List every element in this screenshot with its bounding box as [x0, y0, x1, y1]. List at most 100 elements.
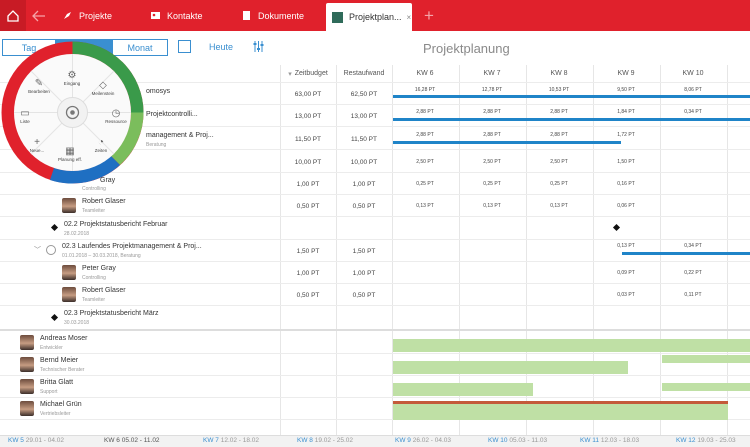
radial-item-zeiten[interactable]: ◔ Zeiten	[86, 137, 116, 153]
effort-cell: 62,50 PT	[350, 91, 378, 98]
week-label[interactable]: KW 9 26.02 - 04.03	[395, 437, 451, 444]
week-cell: 0,25 PT	[416, 181, 434, 187]
person-name[interactable]: Robert Glaser	[82, 198, 126, 205]
capacity-bar[interactable]	[393, 339, 750, 352]
radial-item-meilenstein[interactable]: ◇ Meilenstein	[88, 80, 118, 96]
effort-cell: 13,00 PT	[350, 113, 378, 120]
document-icon	[241, 10, 252, 21]
resource-name[interactable]: Michael Grün	[40, 401, 82, 408]
gear-icon: ⚙	[67, 70, 77, 81]
effort-cell: 1,00 PT	[352, 270, 376, 277]
collapse-chevron-icon[interactable]: ﹀	[34, 245, 41, 255]
week-cell: 16,28 PT	[414, 87, 436, 93]
week-cell: 0,11 PT	[684, 292, 702, 298]
week-label[interactable]: KW 12 19.03 - 25.03	[676, 437, 736, 444]
tab-projekte[interactable]: Projekte	[62, 0, 112, 31]
capacity-bar[interactable]	[393, 383, 533, 396]
calendar-icon[interactable]	[178, 40, 191, 53]
week-cell: 0,06 PT	[617, 203, 635, 209]
week-cell: 2,50 PT	[550, 159, 568, 165]
week-cell: 0,13 PT	[617, 243, 635, 249]
avatar	[62, 287, 76, 302]
task-name[interactable]: Projektcontrolli...	[146, 111, 198, 118]
column-header-week: KW 6	[416, 70, 434, 77]
radial-item-bearbeiten[interactable]: ✎ Bearbeiten	[24, 78, 54, 94]
resource-role: Support	[40, 389, 58, 395]
resource-name[interactable]: Bernd Meier	[40, 357, 78, 364]
milestone-name[interactable]: 02.3 Projektstatusbericht März	[64, 310, 159, 317]
milestone-icon	[50, 223, 59, 232]
add-tab-icon[interactable]: +	[420, 0, 438, 31]
tab-kontakte[interactable]: Kontakte	[150, 0, 203, 31]
week-label[interactable]: KW 11 12.03 - 18.03	[580, 437, 639, 444]
effort-cell: 1,00 PT	[352, 181, 376, 188]
avatar	[20, 335, 34, 350]
folder-icon: ▭	[20, 108, 30, 119]
radial-menu[interactable]: ⚙ Eingang ◇ Meilenstein ◷ Ressource ◔ Zeiten…	[0, 40, 145, 185]
capacity-bar[interactable]	[393, 361, 628, 374]
gantt-bar[interactable]	[393, 118, 750, 121]
capacity-bar[interactable]	[662, 383, 750, 391]
week-label[interactable]: KW 7 12.02 - 18.02	[203, 437, 259, 444]
person-name[interactable]: Peter Gray	[82, 265, 116, 272]
column-header-effort[interactable]: Restaufwand	[339, 65, 389, 82]
tab-label: Projektplan...	[349, 12, 402, 22]
week-cell: 0,22 PT	[684, 270, 702, 276]
today-button[interactable]: Heute	[209, 42, 233, 52]
task-status-icon	[46, 245, 56, 255]
week-label[interactable]: KW 5 29.01 - 04.02	[8, 437, 64, 444]
filter-settings-icon[interactable]	[252, 40, 265, 55]
close-tab-icon[interactable]: ×	[407, 13, 412, 22]
week-cell: 0,25 PT	[550, 181, 568, 187]
back-arrow-icon[interactable]	[30, 0, 48, 31]
resource-name[interactable]: Andreas Moser	[40, 335, 87, 342]
resource-role: Entwickler	[40, 345, 63, 351]
person-name[interactable]: Robert Glaser	[82, 287, 126, 294]
milestone-name[interactable]: 02.2 Projektstatusbericht Februar	[64, 221, 168, 228]
gantt-bar[interactable]	[622, 252, 750, 255]
home-icon[interactable]	[0, 0, 26, 31]
week-cell: 2,50 PT	[483, 159, 501, 165]
avatar	[62, 265, 76, 280]
resource-name[interactable]: Britta Glatt	[40, 379, 73, 386]
column-header-week: KW 9	[617, 70, 635, 77]
week-cell: 0,34 PT	[684, 243, 702, 249]
tab-projektplanung[interactable]: Projektplan... ×	[326, 3, 412, 31]
radial-item-liste[interactable]: ▭ Liste	[10, 108, 40, 124]
column-header-budget[interactable]: ▾ Zeitbudget	[283, 65, 333, 82]
week-cell: 2,50 PT	[416, 159, 434, 165]
rocket-icon	[62, 10, 73, 21]
tab-dokumente[interactable]: Dokumente	[241, 0, 304, 31]
radial-item-ressource[interactable]: ◷ Ressource	[101, 108, 131, 124]
week-cell: 9,50 PT	[617, 87, 635, 93]
task-name[interactable]: 02.3 Laufendes Projektmanagement & Proj.…	[62, 243, 202, 250]
task-name[interactable]: management & Proj...	[146, 132, 214, 139]
gantt-bar[interactable]	[393, 141, 621, 144]
week-cell: 2,88 PT	[550, 132, 568, 138]
budget-cell: 10,00 PT	[294, 159, 322, 166]
column-header-week: KW 10	[682, 70, 704, 77]
week-label[interactable]: KW 10 05.03 - 11.03	[488, 437, 547, 444]
task-name[interactable]: omosys	[146, 88, 170, 95]
timer-icon: ◷	[111, 108, 121, 119]
budget-cell: 0,50 PT	[296, 292, 320, 299]
capacity-bar[interactable]	[662, 355, 750, 363]
page-title: Projektplanung	[423, 41, 510, 56]
radial-item-planung[interactable]: ▦ Planung eff.	[55, 146, 85, 162]
clock-icon: ◔	[97, 137, 105, 148]
week-timeline[interactable]: KW 5 29.01 - 04.02 KW 6 05.02 - 11.02 KW…	[0, 435, 750, 447]
task-subtitle: 01.01.2018 – 30.03.2018, Beratung	[62, 253, 141, 259]
budget-cell: 63,00 PT	[294, 91, 322, 98]
gantt-bar[interactable]	[393, 95, 750, 98]
effort-cell: 11,50 PT	[351, 136, 377, 143]
week-cell: 0,03 PT	[617, 292, 635, 298]
week-label[interactable]: KW 8 19.02 - 25.02	[297, 437, 353, 444]
radial-item-eingang[interactable]: ⚙ Eingang	[57, 70, 87, 86]
week-label[interactable]: KW 6 05.02 - 11.02	[104, 437, 160, 444]
radial-item-neue[interactable]: + Neue...	[22, 137, 52, 153]
week-cell: 2,88 PT	[483, 132, 501, 138]
effort-cell: 10,00 PT	[350, 159, 378, 166]
week-cell: 0,13 PT	[416, 203, 434, 209]
capacity-bar[interactable]	[393, 404, 728, 420]
milestone-marker[interactable]	[612, 223, 621, 232]
